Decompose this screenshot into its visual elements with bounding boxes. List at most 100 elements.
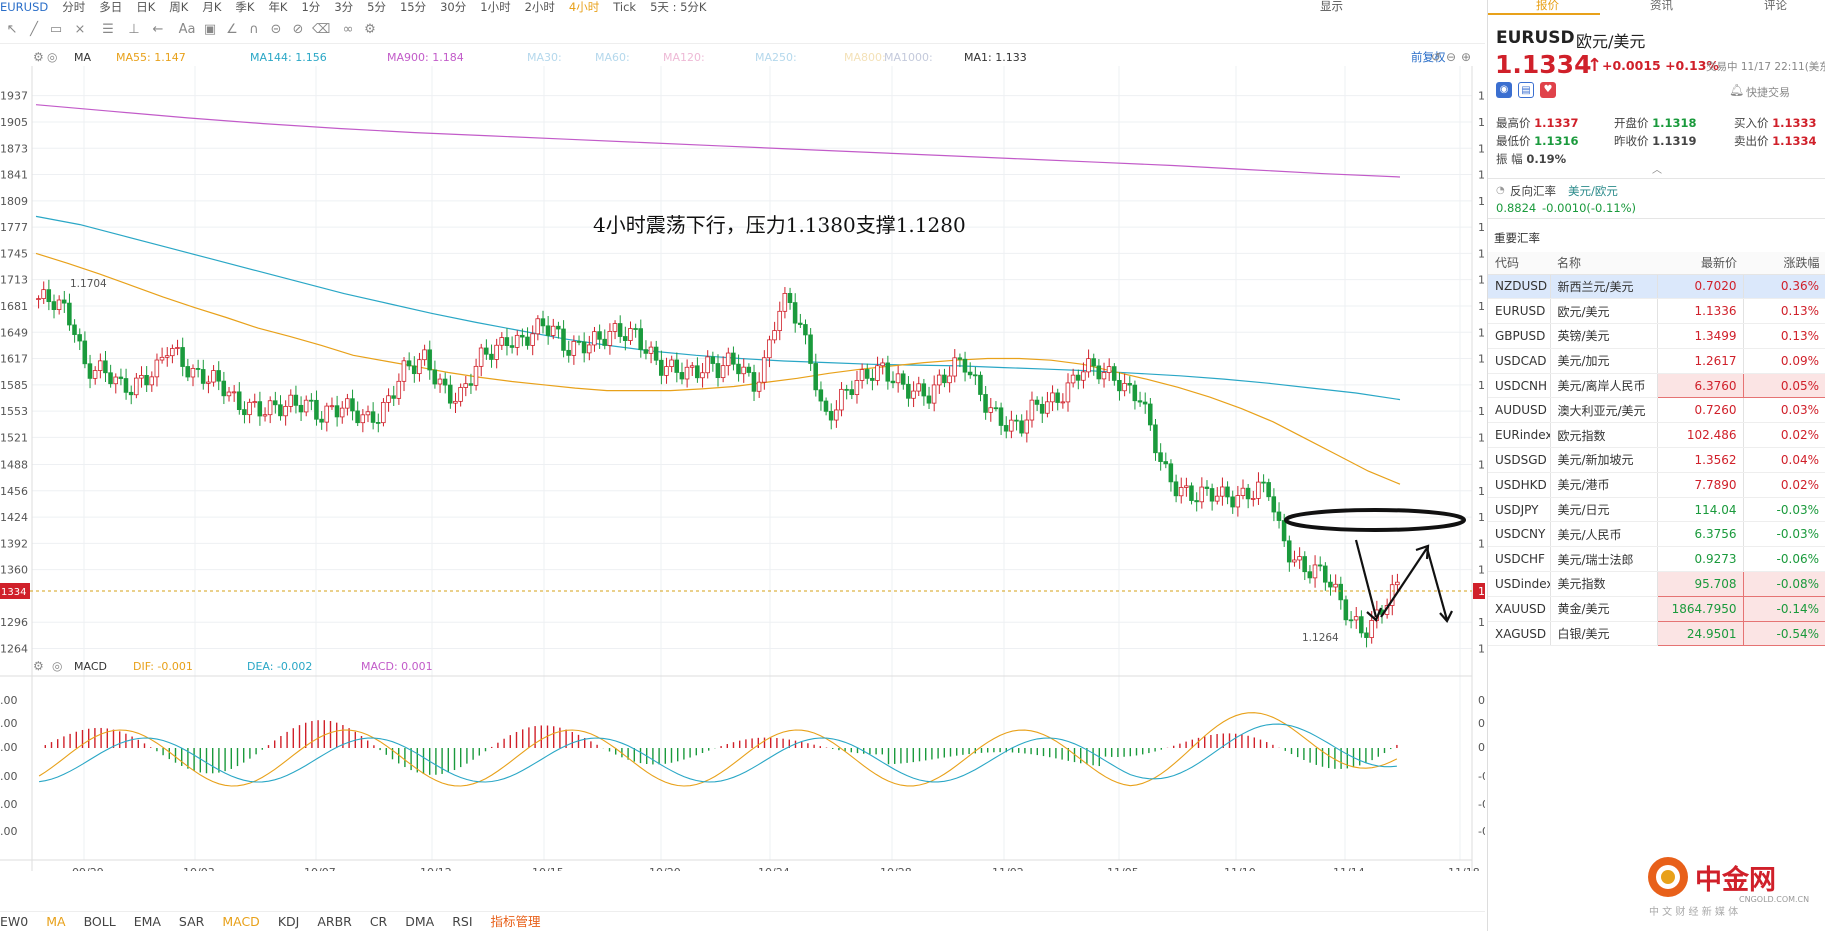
rate-code: USDCHF (1488, 546, 1551, 573)
rate-row[interactable]: EURindex 欧元指数 102.486 0.02% (1488, 422, 1825, 449)
back-arrow-icon[interactable]: ← (150, 22, 166, 38)
indicator-dma[interactable]: DMA (405, 912, 434, 932)
favorite-heart-icon[interactable]: ♥ (1540, 82, 1556, 98)
indicator-arbr[interactable]: ARBR (317, 912, 352, 932)
price-tick: 1.1456 (1478, 485, 1485, 498)
tab-news[interactable]: 资讯 (1650, 0, 1673, 13)
col-header-3[interactable]: 涨跌幅 (1743, 252, 1825, 275)
rate-row[interactable]: XAGUSD 白银/美元 24.9501 -0.54% (1488, 620, 1825, 647)
rate-row[interactable]: EURUSD 欧元/美元 1.1336 0.13% (1488, 298, 1825, 325)
doc-icon[interactable]: ▤ (1518, 82, 1534, 98)
rate-row[interactable]: XAUUSD 黄金/美元 1864.7950 -0.14% (1488, 595, 1825, 622)
indicator-boll[interactable]: BOLL (84, 912, 116, 932)
candle-body (700, 372, 705, 379)
collapse-chevron-icon[interactable]: ︿ (1652, 161, 1662, 176)
left-price-tick: 1360 (0, 564, 28, 577)
indicator-ew0[interactable]: EW0 (0, 912, 28, 932)
line-tool-icon[interactable]: ╱ (26, 22, 42, 38)
rate-row[interactable]: USDJPY 美元/日元 114.04 -0.03% (1488, 497, 1825, 523)
period-8[interactable]: 3分 (334, 1, 353, 13)
text-tool-icon[interactable]: Aa (176, 22, 198, 38)
date-label: 11/02 (992, 866, 1024, 871)
period-11[interactable]: 30分 (440, 1, 466, 13)
candle-body (839, 388, 844, 411)
rate-row[interactable]: GBPUSD 英镑/美元 1.3499 0.13% (1488, 323, 1825, 349)
bell-icon[interactable]: 🔔︎ (1729, 83, 1744, 97)
rate-row[interactable]: USDCHF 美元/瑞士法郎 0.9273 -0.06% (1488, 546, 1825, 573)
macd-tick: 0.00 (1478, 717, 1485, 730)
period-10[interactable]: 15分 (400, 1, 426, 13)
period-7[interactable]: 1分 (301, 1, 320, 13)
candle-body (1250, 498, 1256, 500)
magnet-icon[interactable]: ∩ (246, 22, 262, 38)
candle-body (1101, 372, 1107, 380)
tab-comments[interactable]: 评论 (1764, 0, 1787, 13)
candle-body (782, 293, 788, 312)
globe-icon[interactable]: ◉ (1496, 82, 1512, 98)
trash-icon[interactable]: ⌫ (312, 22, 330, 38)
period-0[interactable]: 分时 (62, 1, 85, 13)
period-2[interactable]: 日K (136, 1, 155, 13)
link-icon[interactable]: ∞ (340, 22, 356, 38)
date-label: 10/20 (649, 866, 681, 871)
fib-tool-icon[interactable]: ⨯ (72, 22, 88, 38)
period-12[interactable]: 1小时 (480, 1, 510, 13)
lock-icon[interactable]: ⊝ (268, 22, 284, 38)
candle-body (308, 399, 314, 402)
settings-icon[interactable]: ⚙ (362, 22, 378, 38)
macd-legend-dif: DIF: -0.001 (133, 660, 193, 673)
candle-body (952, 357, 957, 377)
col-header-1[interactable]: 名称 (1550, 252, 1657, 275)
indicator-macd[interactable]: MACD (222, 912, 259, 932)
candle-body (566, 349, 571, 356)
period-14[interactable]: 4小时 (569, 1, 599, 13)
channel-tool-icon[interactable]: ☰ (100, 22, 116, 38)
rect-tool-icon[interactable]: ▭ (48, 22, 64, 38)
rate-row[interactable]: AUDUSD 澳大利亚元/美元 0.7260 0.03% (1488, 397, 1825, 424)
rate-row[interactable]: USDCNY 美元/人民币 6.3756 -0.03% (1488, 521, 1825, 548)
measure-tool-icon[interactable]: ⊥ (126, 22, 142, 38)
rate-row[interactable]: USDCNH 美元/离岸人民币 6.3760 0.05% (1488, 372, 1825, 399)
indicator-rsi[interactable]: RSI (452, 912, 472, 932)
indicator-manage-button[interactable]: 指标管理 (491, 912, 541, 932)
quick-trade-button[interactable]: 快捷交易 (1746, 84, 1790, 100)
indicator-ema[interactable]: EMA (134, 912, 161, 932)
kline-chart[interactable]: ⚙ ◎ MA MA55: 1.147 MA144: 1.156 MA900: 1.184 M… (0, 44, 1485, 871)
period-6[interactable]: 年K (268, 1, 287, 13)
indicator-kdj[interactable]: KDJ (278, 912, 300, 932)
col-header-2[interactable]: 最新价 (1657, 252, 1743, 275)
left-price-tick: 1809 (0, 195, 28, 208)
period-3[interactable]: 周K (169, 1, 188, 13)
dif-line (38, 712, 1398, 787)
candle-body (520, 334, 525, 338)
candle-body (36, 298, 41, 300)
hide-icon[interactable]: ⊘ (290, 22, 306, 38)
cursor-icon[interactable]: ↖ (4, 22, 20, 38)
reverse-change: -0.0010(-0.11%) (1542, 201, 1637, 215)
indicator-sar[interactable]: SAR (179, 912, 204, 932)
note-tool-icon[interactable]: ▣ (202, 22, 218, 38)
rate-row[interactable]: USDSGD 美元/新加坡元 1.3562 0.04% (1488, 447, 1825, 473)
period-15[interactable]: Tick (613, 1, 636, 13)
symbol-selector[interactable]: EURUSD (0, 1, 48, 13)
period-1[interactable]: 多日 (99, 1, 122, 13)
period-5[interactable]: 季K (235, 1, 254, 13)
candle-body (133, 377, 139, 396)
indicator-ma[interactable]: MA (46, 912, 65, 932)
rate-row[interactable]: USDCAD 美元/加元 1.2617 0.09% (1488, 348, 1825, 374)
period-13[interactable]: 2小时 (525, 1, 555, 13)
period-4[interactable]: 月K (202, 1, 221, 13)
display-menu[interactable]: 显示 (1320, 0, 1343, 12)
rate-row[interactable]: USDindex 美元指数 95.708 -0.08% (1488, 571, 1825, 597)
period-16[interactable]: 5天 : 5分K (650, 1, 706, 13)
period-9[interactable]: 5分 (367, 1, 386, 13)
rate-name: 白银/美元 (1550, 621, 1658, 647)
rate-row[interactable]: NZDUSD 新西兰元/美元 0.7020 0.36% (1488, 274, 1825, 300)
tab-quote[interactable]: 报价 (1536, 0, 1559, 13)
reverse-pair[interactable]: 美元/欧元 (1568, 183, 1618, 199)
pen-tool-icon[interactable]: ∠ (224, 22, 240, 38)
col-header-0[interactable]: 代码 (1488, 252, 1550, 275)
rate-row[interactable]: USDHKD 美元/港币 7.7890 0.02% (1488, 472, 1825, 498)
candle-body (751, 372, 757, 392)
indicator-cr[interactable]: CR (370, 912, 387, 932)
